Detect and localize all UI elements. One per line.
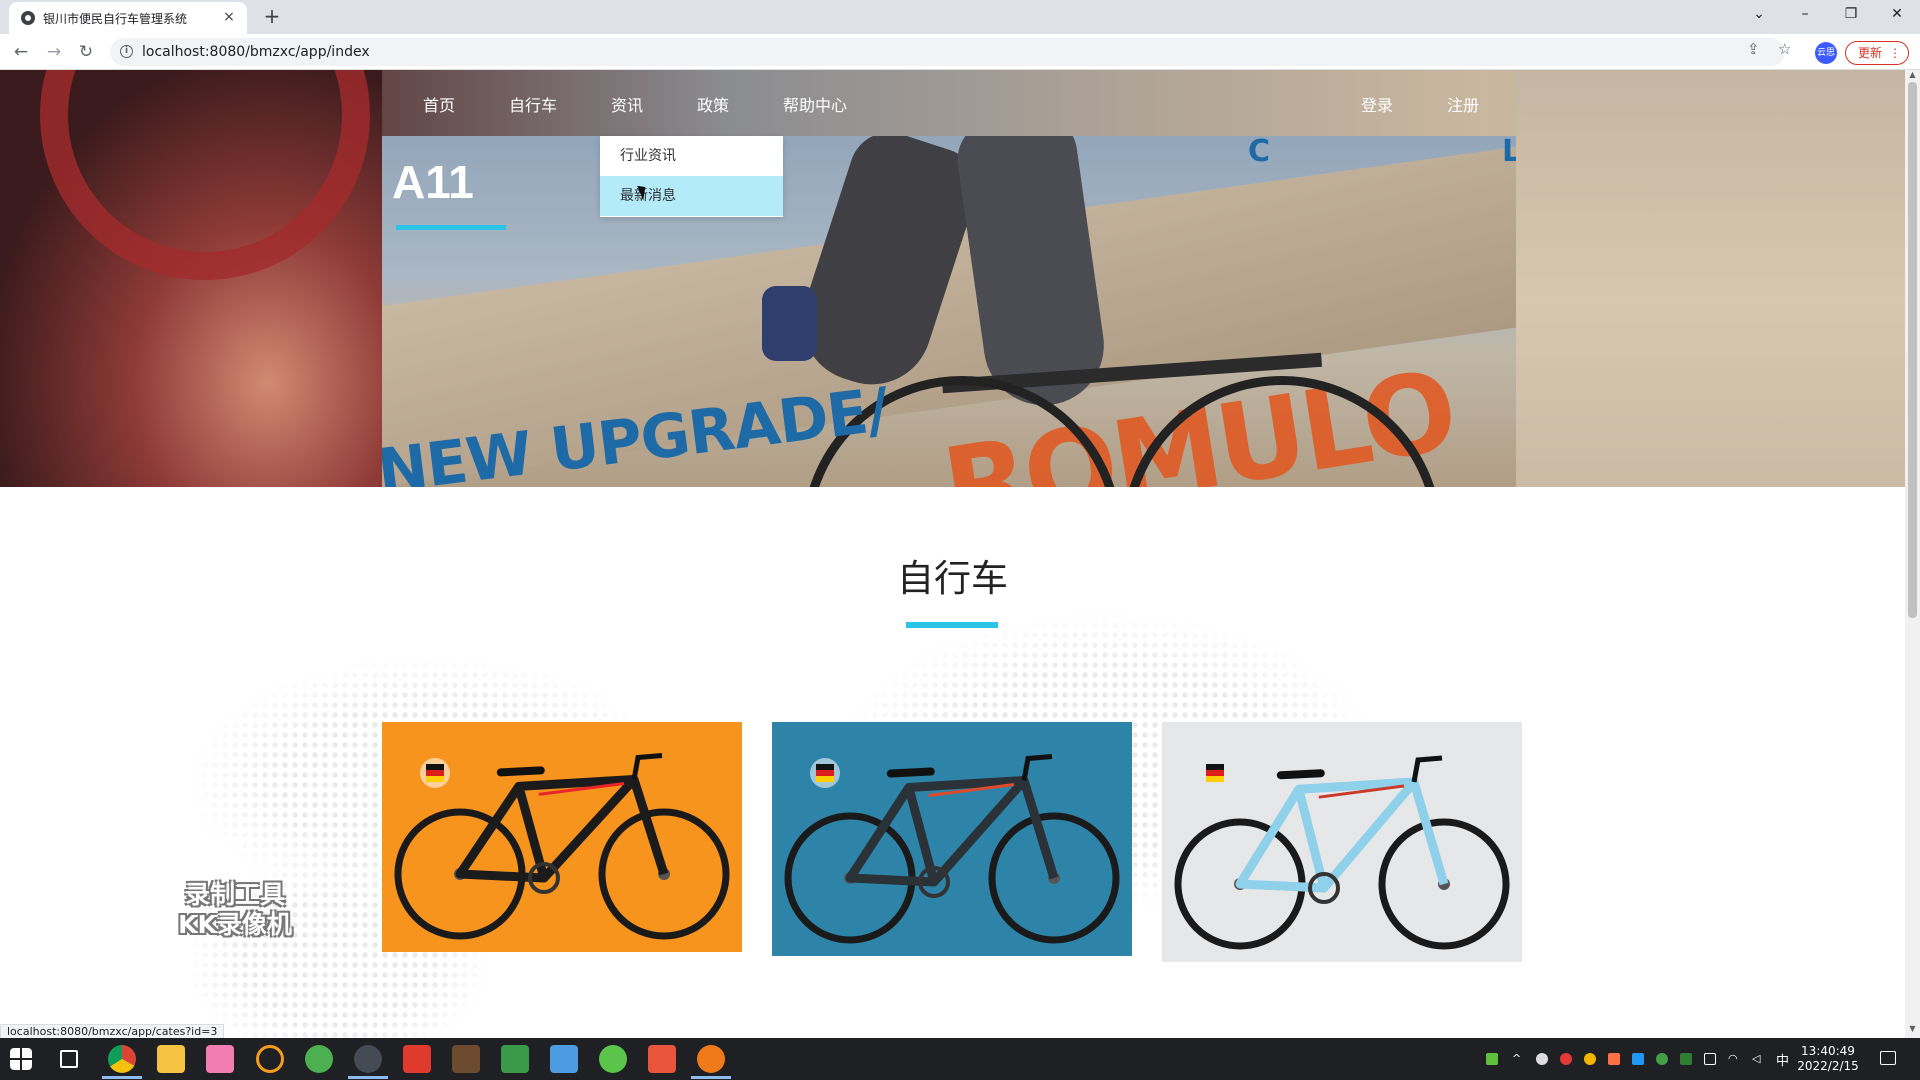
browser-toolbar: ← → ↻ i localhost:8080/bmzxc/app/index ⇪… [0,34,1920,70]
site-navigation: 首页 自行车 资讯 政策 帮助中心 登录 注册 [0,70,1905,136]
germany-flag-icon [810,758,840,788]
app-icon[interactable] [354,1045,382,1073]
nav-help-center[interactable]: 帮助中心 [783,92,847,116]
taskbar-clock[interactable]: 13:40:49 2022/2/15 [1796,1044,1860,1074]
active-app-indicator [348,1076,388,1079]
reload-icon[interactable]: ↻ [74,40,98,64]
slide-title: A11 [392,156,474,208]
slide-letter-decoration: C [1248,136,1271,169]
tab-search-icon[interactable]: ⌄ [1736,0,1782,30]
watermark-line2: KK录像机 [178,910,292,939]
back-arrow-icon[interactable]: ← [9,40,33,64]
app-icon[interactable] [305,1045,333,1073]
minimize-icon[interactable]: – [1782,0,1828,30]
product-card[interactable] [772,722,1132,956]
windows-taskbar: ^ ◠ ◁ 中 13:40:49 2022/2/15 [0,1038,1920,1080]
card-background [382,722,742,952]
section-title-underline [906,622,998,628]
tray-wifi-icon[interactable]: ◠ [1728,1053,1740,1065]
notification-icon[interactable] [1880,1051,1896,1065]
active-app-indicator [691,1076,731,1079]
tray-app-icon[interactable] [1608,1053,1620,1065]
news-dropdown-menu: 行业资讯 最新消息 [600,136,783,217]
search-app-icon[interactable] [256,1045,284,1073]
close-window-icon[interactable]: ✕ [1874,0,1920,30]
tray-battery-icon[interactable] [1486,1053,1498,1065]
page-viewport: | C L ROMULO NEW UPGRADE/ A11 首页 自行车 资讯 … [0,70,1905,1038]
bike-saddle [886,767,935,778]
nav-news[interactable]: 资讯 [611,92,643,116]
browser-tab-bar: 银川市便民自行车管理系统 × + ⌄ – ❐ ✕ [0,0,1920,34]
tab-title: 银川市便民自行车管理系统 [43,12,188,26]
bike-saddle [496,766,545,777]
section-title: 自行车 [897,557,1008,600]
tray-mic-icon[interactable] [1536,1053,1548,1065]
wechat-icon[interactable] [599,1045,627,1073]
hero-slide-image[interactable]: | C L ROMULO NEW UPGRADE/ [382,136,1516,487]
app-icon[interactable] [206,1045,234,1073]
star-icon[interactable]: ☆ [1778,40,1791,58]
windows-start-icon[interactable] [10,1048,32,1070]
app-icon[interactable] [648,1045,676,1073]
active-app-indicator [102,1076,142,1079]
tray-device-icon[interactable] [1704,1053,1716,1065]
tray-app-icon[interactable] [1560,1053,1572,1065]
tab-close-icon[interactable]: × [219,7,239,27]
favicon-icon [21,11,35,25]
clock-date: 2022/2/15 [1797,1059,1859,1073]
nav-bicycles[interactable]: 自行车 [509,92,557,116]
bicycle-image [382,722,742,952]
tray-app-icon[interactable] [1584,1053,1596,1065]
update-button[interactable]: 更新 ⋮ [1845,41,1909,65]
nav-policy[interactable]: 政策 [697,92,729,116]
menu-dots-icon: ⋮ [1889,46,1901,60]
info-icon[interactable]: i [120,45,133,58]
germany-flag-icon [1200,758,1230,788]
rider-glove [762,286,817,361]
page-scrollbar[interactable]: ▲ ▼ [1905,70,1920,1038]
scroll-up-icon[interactable]: ▲ [1905,70,1920,82]
app-icon[interactable] [452,1045,480,1073]
file-explorer-icon[interactable] [157,1045,185,1073]
address-url[interactable]: localhost:8080/bmzxc/app/index [142,44,370,60]
wps-icon[interactable] [403,1045,431,1073]
dropdown-item-industry-news[interactable]: 行业资讯 [600,136,783,176]
clock-time: 13:40:49 [1801,1044,1855,1058]
tray-bluetooth-icon[interactable] [1632,1053,1644,1065]
browser-tab[interactable]: 银川市便民自行车管理系统 × [9,2,247,34]
address-bar[interactable]: i localhost:8080/bmzxc/app/index [110,38,1785,66]
tray-expand-icon[interactable]: ^ [1512,1053,1524,1065]
app-icon[interactable] [501,1045,529,1073]
watermark-line1: 录制工具 [184,880,285,909]
task-view-icon[interactable] [60,1050,78,1068]
nav-home[interactable]: 首页 [423,92,455,116]
bike-saddle [1276,769,1325,780]
slide-letter-decoration: L [1502,136,1516,169]
scroll-down-icon[interactable]: ▼ [1905,1024,1920,1036]
profile-avatar[interactable]: 云思 [1815,42,1837,64]
forward-arrow-icon[interactable]: → [42,40,66,64]
dropdown-item-latest-news[interactable]: 最新消息 [600,176,783,216]
scrollbar-thumb[interactable] [1908,82,1917,618]
ime-indicator[interactable]: 中 [1776,1050,1789,1069]
germany-flag-icon [420,758,450,788]
tray-wechat-icon[interactable] [1656,1053,1668,1065]
recorder-watermark: 录制工具 KK录像机 [160,880,310,940]
new-tab-button[interactable]: + [260,5,284,29]
login-link[interactable]: 登录 [1361,92,1393,116]
product-card[interactable] [382,722,742,952]
restore-icon[interactable]: ❐ [1828,0,1874,30]
tray-app-icon[interactable] [1680,1053,1692,1065]
app-icon[interactable] [697,1045,725,1073]
update-label: 更新 [1858,46,1883,60]
chrome-icon[interactable] [108,1045,136,1073]
link-status-bar: localhost:8080/bmzxc/app/cates?id=3 [0,1024,225,1038]
tray-volume-icon[interactable]: ◁ [1752,1053,1764,1065]
register-link[interactable]: 注册 [1447,92,1479,116]
app-icon[interactable] [550,1045,578,1073]
slide-title-underline [396,225,506,230]
share-icon[interactable]: ⇪ [1747,40,1760,58]
product-card[interactable] [1162,722,1522,962]
